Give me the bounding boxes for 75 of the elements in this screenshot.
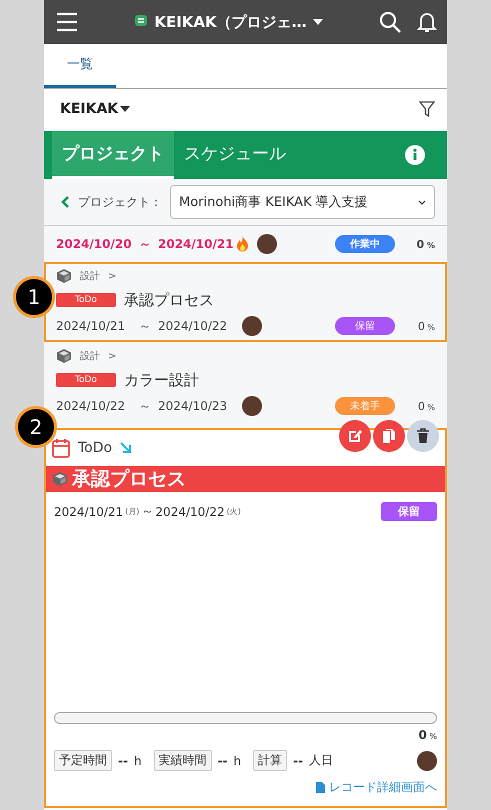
category-path: 設計 [80,350,100,363]
calendar-icon [52,438,70,458]
cube-icon [52,471,68,487]
actual-hours-value: -- [218,754,228,768]
notification-bell-icon[interactable] [417,11,437,33]
start-date: 2024/10/20 [56,237,132,251]
range-separator: ～ [141,503,154,520]
task-title: カラー設計 [124,370,199,390]
project-label: プロジェクト： [78,194,162,210]
project-select[interactable]: Morinohi商事 KEIKAK 導入支援 [170,185,435,219]
progress-percent: 0 % [416,238,435,250]
callout-marker: 1 [13,276,55,318]
filter-icon[interactable] [419,101,435,117]
pencil-icon [347,428,363,444]
cube-icon [56,268,72,284]
type-badge: ToDo [56,373,116,387]
copy-icon [382,428,396,444]
start-date: 2024/10/22 [56,399,126,413]
status-badge: 保留 [381,502,437,521]
status-badge: 作業中 [335,235,395,253]
search-icon[interactable] [379,11,401,33]
copy-button[interactable] [373,420,405,452]
cube-icon [56,348,72,364]
caret-icon [120,106,130,112]
type-badge: ToDo [56,293,116,307]
status-badge: 未着手 [335,397,395,415]
menu-icon[interactable] [56,12,78,32]
arrow-down-right-icon [120,442,132,454]
mode-tab[interactable]: スケジュール [174,131,296,179]
caret-icon[interactable] [312,19,323,25]
progress-percent: 0 % [416,400,435,412]
start-date: 2024/10/21 [56,319,126,333]
path-separator: > [108,270,116,282]
avatar [257,234,277,254]
range-separator: ～ [138,236,152,252]
unit-label: 人日 [309,752,334,769]
path-separator: > [108,350,116,362]
category-path: 設計 [80,270,100,283]
avatar [242,396,262,416]
progress-percent: 0 % [417,727,438,742]
unit-label: h [234,754,242,768]
actual-hours-label: 実績時間 [154,750,212,771]
planned-hours-label: 予定時間 [54,750,112,771]
weekday: (月) [125,506,140,517]
range-separator: ～ [138,398,152,414]
calculation-value: -- [293,754,304,768]
end-date: 2024/10/21 [158,237,234,251]
app-title[interactable]: KEIKAK（プロジェ… [154,12,307,32]
unit-label: h [134,754,142,768]
weekday: (火) [226,506,241,517]
app-dropdown[interactable]: KEIKAK [60,101,130,117]
end-date: 2024/10/22 [155,504,225,518]
back-chevron-icon[interactable] [60,195,70,209]
end-date: 2024/10/22 [158,319,228,333]
status-badge: 保留 [335,317,395,335]
delete-button[interactable] [407,420,439,452]
document-icon [316,782,325,793]
avatar [242,316,262,336]
detail-title: 承認プロセス [72,467,186,492]
record-detail-link[interactable]: レコード詳細画面へ [308,771,445,806]
start-date: 2024/10/21 [54,504,124,518]
trash-icon [416,428,430,444]
task-title: 承認プロセス [124,290,214,310]
avatar [417,750,437,770]
edit-button[interactable] [339,420,371,452]
planned-hours-value: -- [118,754,128,768]
range-separator: ～ [138,318,152,334]
calculation-label: 計算 [253,750,288,771]
chevron-down-icon [418,200,426,204]
end-date: 2024/10/23 [158,399,228,413]
info-icon[interactable] [405,145,425,165]
task-row[interactable]: 設計 > ToDo 承認プロセス 2024/10/21 ～ 2024/10/22 保留 0 % [44,262,447,342]
task-type: ToDo [78,440,112,456]
progress-percent: 0 % [416,320,435,332]
callout-marker: 2 [15,406,57,448]
